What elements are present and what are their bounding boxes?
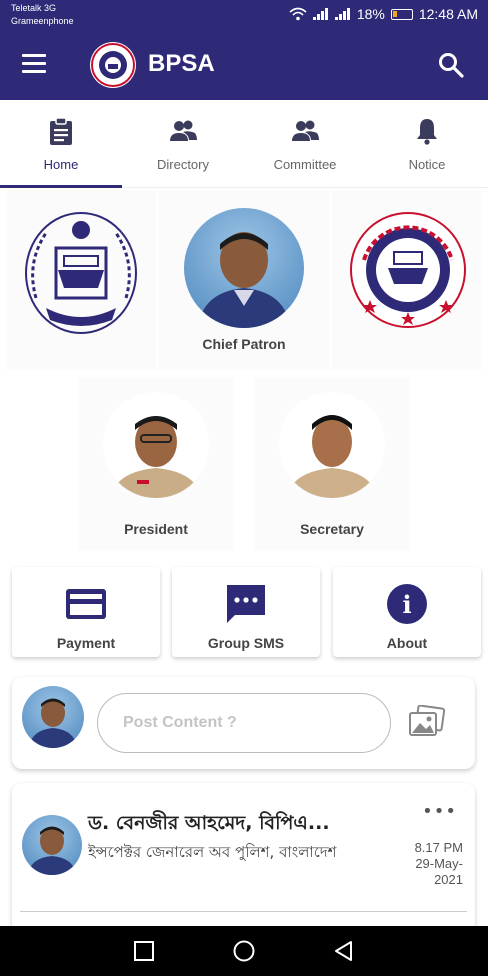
payment-label: Payment: [56, 635, 116, 651]
app-title: BPSA: [148, 50, 215, 77]
tab-notice[interactable]: Notice: [366, 100, 488, 187]
secretary-caption: Secretary: [300, 521, 364, 537]
tab-committee[interactable]: Committee: [244, 100, 366, 187]
svg-text:i: i: [402, 590, 411, 619]
tab-home[interactable]: Home: [0, 100, 122, 188]
info-icon: i: [387, 584, 427, 624]
tab-bar: Home Directory Committee Notice: [0, 100, 488, 188]
president-photo[interactable]: [103, 392, 209, 498]
post-date: 29-May-: [415, 856, 463, 871]
chief-patron-photo[interactable]: [184, 208, 304, 328]
user-avatar: [22, 686, 84, 748]
about-label: About: [386, 635, 428, 651]
group-sms-label: Group SMS: [207, 635, 285, 651]
about-button[interactable]: i About: [333, 567, 481, 657]
payment-button[interactable]: Payment: [12, 567, 160, 657]
association-seal-panel: [332, 190, 482, 370]
battery-level: 18%: [356, 6, 385, 22]
battery-icon: [390, 8, 413, 20]
app-bar: BPSA: [0, 30, 488, 100]
tab-directory[interactable]: Directory: [122, 100, 244, 187]
image-icon[interactable]: [407, 705, 447, 739]
bpsa-logo: [90, 42, 136, 88]
tab-label: Committee: [273, 157, 337, 172]
more-options-icon[interactable]: •••: [422, 801, 457, 822]
tab-label: Notice: [408, 157, 446, 172]
post-author-designation: ইন্সপেক্টর জেনারেল অব পুলিশ, বাংলাদেশ: [88, 843, 337, 861]
tab-label: Home: [43, 157, 79, 172]
post-composer: [12, 677, 475, 769]
people-icon: [292, 120, 319, 141]
home-content: Chief Patron President Secretary Payment…: [0, 188, 488, 926]
people-icon: [170, 120, 197, 141]
association-seal-logo: [350, 212, 466, 328]
post-timestamp: 8.17 PM 29-May- 2021: [415, 840, 463, 888]
secretary-panel: Secretary: [254, 378, 410, 550]
post-year: 2021: [434, 872, 463, 887]
status-indicators: 18% 12:48 AM: [289, 6, 478, 22]
chief-patron-caption: Chief Patron: [202, 336, 286, 352]
divider: [20, 911, 467, 912]
back-icon[interactable]: [332, 939, 356, 963]
credit-card-icon: [66, 589, 106, 619]
status-bar: Teletalk 3G Grameenphone 18% 12:48 AM: [0, 0, 488, 30]
secretary-photo[interactable]: [279, 392, 385, 498]
menu-icon[interactable]: [22, 54, 48, 74]
group-sms-button[interactable]: Group SMS: [172, 567, 320, 657]
carrier-name-primary: Teletalk 3G: [11, 3, 57, 13]
clipboard-icon: [50, 117, 72, 145]
signal-icon-secondary: [334, 8, 351, 20]
carrier-name-secondary: Grameenphone: [11, 16, 74, 26]
chief-patron-panel: Chief Patron: [158, 190, 330, 370]
home-icon[interactable]: [232, 939, 256, 963]
signal-icon: [312, 8, 329, 20]
post-time: 8.17 PM: [414, 840, 463, 855]
clock: 12:48 AM: [418, 6, 478, 22]
message-icon: [227, 585, 265, 623]
post-author-avatar[interactable]: [22, 815, 82, 875]
tab-label: Directory: [156, 157, 209, 172]
wifi-icon: [289, 7, 307, 21]
post-author-name[interactable]: ড. বেনজীর আহমেদ, বিপিএ...: [88, 809, 330, 841]
president-caption: President: [124, 521, 188, 537]
police-emblem-logo: [25, 212, 137, 334]
president-panel: President: [78, 378, 234, 550]
post-content-input[interactable]: [97, 693, 391, 753]
police-logo-panel: [6, 190, 156, 370]
bell-icon: [417, 119, 437, 145]
post-card: ড. বেনজীর আহমেদ, বিপিএ... ••• ইন্সপেক্টর…: [12, 783, 475, 926]
search-icon[interactable]: [438, 52, 464, 78]
system-nav-bar: [0, 926, 488, 976]
recents-icon[interactable]: [132, 939, 156, 963]
